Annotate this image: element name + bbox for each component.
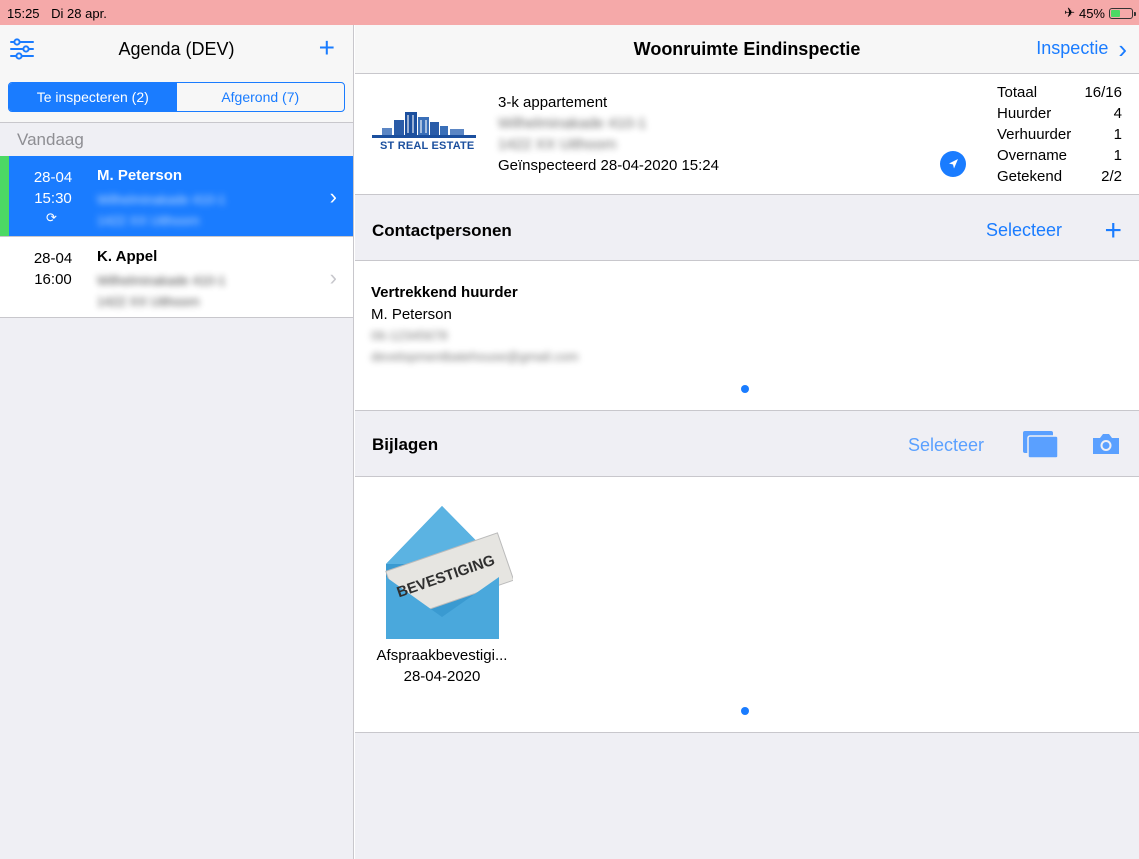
contacts-select-button[interactable]: Selecteer <box>986 220 1062 241</box>
stat-label: Verhuurder <box>997 126 1072 143</box>
stat-row: Totaal 16/16 <box>997 82 1122 103</box>
attachments-select-button[interactable]: Selecteer <box>908 435 984 456</box>
agenda-nav-bar: Agenda (DEV) + <box>0 25 353 74</box>
inspection-stats: Totaal 16/16 Huurder 4 Verhuurder 1 Overnam… <box>997 82 1122 187</box>
battery-icon <box>1109 7 1136 19</box>
navigate-icon[interactable] <box>940 151 966 177</box>
detail-title: Woonruimte Eindinspectie <box>633 39 861 59</box>
attachments-header: Bijlagen Selecteer <box>355 411 1139 476</box>
stat-value: 16/16 <box>1084 84 1122 101</box>
contact-role: Vertrekkend huurder <box>371 284 518 301</box>
stat-value: 1 <box>1113 126 1122 143</box>
add-appointment-button[interactable]: + <box>319 32 335 64</box>
contacts-header: Contactpersonen Selecteer + <box>355 195 1139 260</box>
appointment-address: Wilhelminakade 410-1 1422 XX Uithoorn <box>97 270 226 312</box>
stat-value: 4 <box>1113 105 1122 122</box>
contacts-title: Contactpersonen <box>372 221 512 240</box>
airplane-icon: ✈ <box>1064 5 1075 20</box>
logo-text: ST REAL ESTATE <box>380 140 475 152</box>
stat-label: Getekend <box>997 168 1063 185</box>
attachments-card: BEVESTIGING Afspraakbevestigi... 28-04-2… <box>355 476 1139 733</box>
appointment-name: M. Peterson <box>97 167 183 184</box>
address-line-1: Wilhelminakade 410-1 <box>97 273 226 288</box>
attachment-name: Afspraakbevestigi... <box>376 647 508 664</box>
stat-row: Huurder 4 <box>997 103 1122 124</box>
appointment-time: 16:00 <box>34 271 72 288</box>
contact-phone: 06-12345678 <box>371 328 448 343</box>
address-line-2: 1422 XX Uithoorn <box>97 294 200 309</box>
status-bar: 15:25 Di 28 apr. ✈ 45% <box>0 0 1139 25</box>
agenda-item[interactable]: 28-04 16:00 K. Appel Wilhelminakade 410-… <box>0 237 353 318</box>
page-indicator-dot <box>741 707 749 715</box>
chevron-right-icon: › <box>329 265 337 290</box>
appointment-date: 28-04 <box>33 169 73 186</box>
agenda-title: Agenda (DEV) <box>118 39 235 59</box>
object-card: ST REAL ESTATE 3-k appartement Wilhelmin… <box>355 74 1139 195</box>
stat-row: Overname 1 <box>997 145 1122 166</box>
stat-row: Getekend 2/2 <box>997 166 1122 187</box>
attachment-item[interactable]: BEVESTIGING Afspraakbevestigi... 28-04-2… <box>371 502 515 687</box>
contact-name: M. Peterson <box>371 306 452 323</box>
inspectie-label: Inspectie <box>1036 38 1109 58</box>
stat-row: Verhuurder 1 <box>997 124 1122 145</box>
chevron-right-icon: › <box>329 184 337 209</box>
detail-nav-bar: Woonruimte Eindinspectie Inspectie › <box>355 25 1139 74</box>
chevron-right-icon: › <box>1118 33 1127 64</box>
object-type: 3-k appartement <box>498 94 608 111</box>
segment-te-inspecteren[interactable]: Te inspecteren (2) <box>9 83 177 111</box>
appointment-datetime: 28-04 15:30 <box>26 167 80 209</box>
add-contact-button[interactable]: + <box>1104 215 1122 247</box>
stat-label: Huurder <box>997 105 1052 122</box>
segment-afgerond[interactable]: Afgerond (7) <box>177 83 345 111</box>
status-time: 15:25 <box>7 6 40 21</box>
stat-value: 2/2 <box>1101 168 1122 185</box>
stat-value: 1 <box>1113 147 1122 164</box>
agenda-list: 28-04 15:30 ⟳ M. Peterson Wilhelminakade… <box>0 156 353 318</box>
appointment-time: 15:30 <box>34 190 72 207</box>
object-address-line-2: 1422 XX Uithoorn <box>498 136 617 153</box>
page-indicator-dot <box>741 385 749 393</box>
envelope-thumbnail: BEVESTIGING <box>371 502 515 642</box>
sync-icon: ⟳ <box>46 210 57 225</box>
object-address-line-1: Wilhelminakade 410-1 <box>498 115 647 132</box>
appointment-date: 28-04 <box>33 250 73 267</box>
segment-container: Te inspecteren (2) Afgerond (7) <box>0 74 353 123</box>
detail-pane: Woonruimte Eindinspectie Inspectie › ST … <box>355 25 1139 859</box>
address-line-2: 1422 XX Uithoorn <box>97 213 200 228</box>
address-line-1: Wilhelminakade 410-1 <box>97 192 226 207</box>
appointment-name: K. Appel <box>97 248 158 265</box>
camera-icon[interactable] <box>1091 432 1121 461</box>
contact-card[interactable]: Vertrekkend huurder M. Peterson 06-12345… <box>355 260 1139 411</box>
appointment-address: Wilhelminakade 410-1 1422 XX Uithoorn <box>97 189 226 231</box>
agenda-pane: Agenda (DEV) + Te inspecteren (2) Afgero… <box>0 25 354 859</box>
battery-percentage: 45% <box>1078 5 1105 21</box>
inspectie-button[interactable]: Inspectie › <box>1036 33 1127 64</box>
stat-label: Totaal <box>997 84 1038 101</box>
status-indicator <box>0 156 9 236</box>
status-date: Di 28 apr. <box>51 6 107 21</box>
status-segmented-control: Te inspecteren (2) Afgerond (7) <box>8 82 345 112</box>
section-header-today: Vandaag <box>0 123 353 156</box>
attachment-date: 28-04-2020 <box>403 668 481 685</box>
company-logo: ST REAL ESTATE <box>372 108 476 156</box>
agenda-item[interactable]: 28-04 15:30 ⟳ M. Peterson Wilhelminakade… <box>0 156 353 237</box>
attachments-title: Bijlagen <box>372 435 439 454</box>
gallery-icon[interactable] <box>1023 431 1059 464</box>
appointment-datetime: 28-04 16:00 <box>26 248 80 290</box>
object-info: 3-k appartement Wilhelminakade 410-1 142… <box>498 92 719 176</box>
stat-label: Overname <box>997 147 1068 164</box>
inspection-timestamp: Geïnspecteerd 28-04-2020 15:24 <box>498 157 719 174</box>
contact-email: developmentbatehouse@gmail.com <box>371 349 579 364</box>
